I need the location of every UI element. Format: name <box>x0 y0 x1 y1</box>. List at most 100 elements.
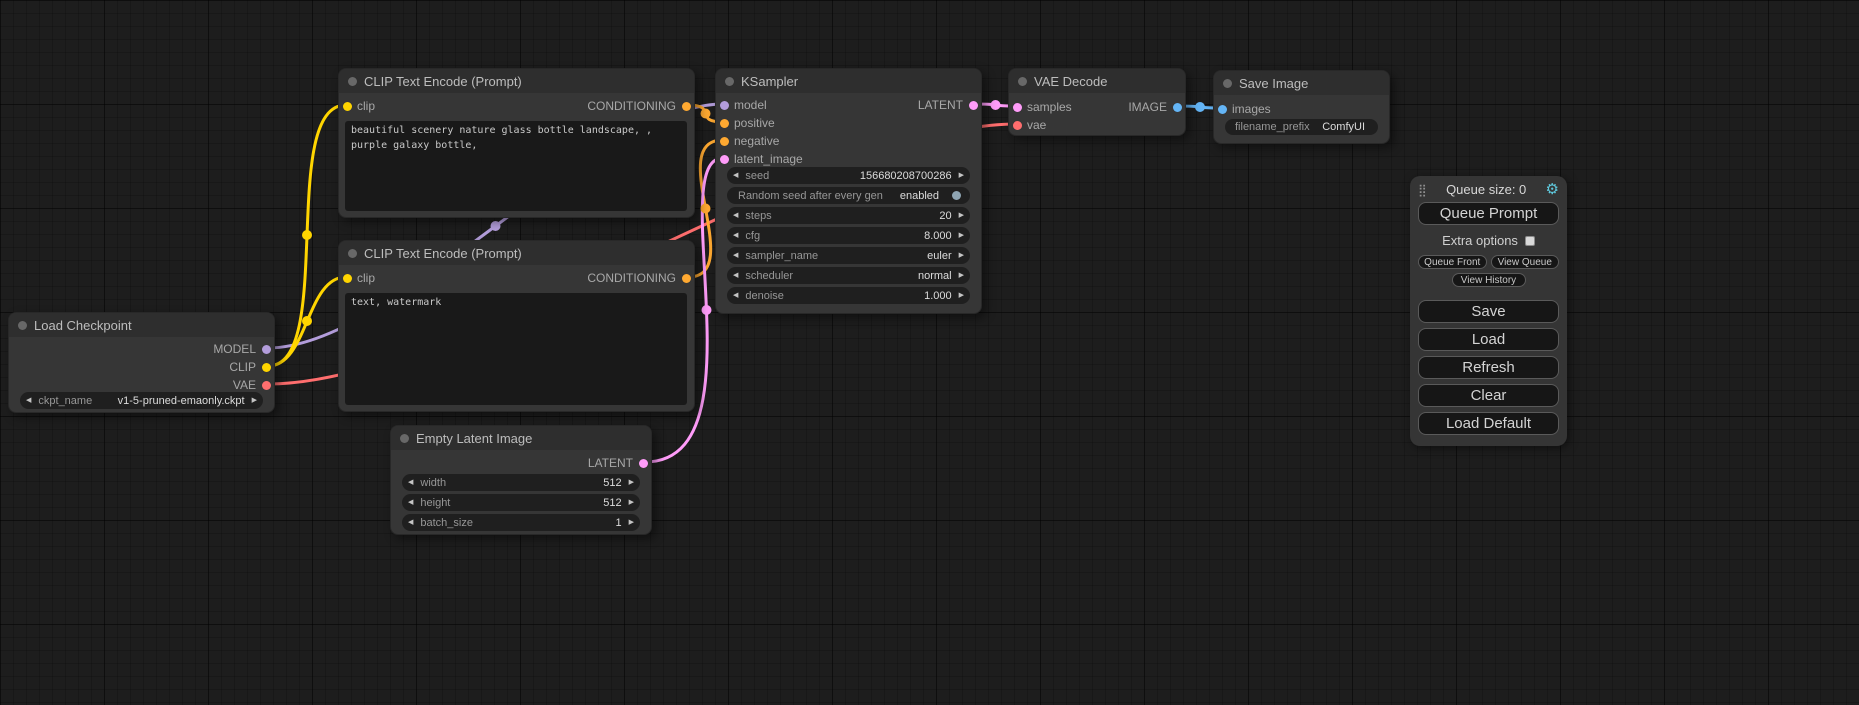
slot-dot-conditioning[interactable] <box>682 102 691 111</box>
slot-dot-images[interactable] <box>1218 105 1227 114</box>
increase-arrow-icon[interactable]: ▶ <box>959 252 964 259</box>
slot-dot-clip[interactable] <box>343 102 352 111</box>
widget-sampler-name[interactable]: ◀ sampler_name euler ▶ <box>727 247 970 264</box>
slot-dot-positive[interactable] <box>720 119 729 128</box>
slot-label: MODEL <box>213 342 256 356</box>
input-slot-vae: vae <box>1009 118 1046 132</box>
node-vae-decode[interactable]: VAE Decode samples vae IMAGE <box>1008 68 1186 136</box>
increase-arrow-icon[interactable]: ▶ <box>959 212 964 219</box>
prompt-textarea[interactable]: beautiful scenery nature glass bottle la… <box>345 121 687 211</box>
increase-arrow-icon[interactable]: ▶ <box>959 292 964 299</box>
widget-steps[interactable]: ◀ steps 20 ▶ <box>727 207 970 224</box>
widget-cfg[interactable]: ◀ cfg 8.000 ▶ <box>727 227 970 244</box>
view-queue-button[interactable]: View Queue <box>1491 255 1560 269</box>
widget-denoise[interactable]: ◀ denoise 1.000 ▶ <box>727 287 970 304</box>
wire-dot-image <box>1195 102 1205 112</box>
widget-width[interactable]: ◀ width 512 ▶ <box>402 474 640 491</box>
wire-dot-latent <box>702 305 712 315</box>
view-history-button[interactable]: View History <box>1452 273 1526 287</box>
collapse-dot-icon[interactable] <box>18 321 27 330</box>
input-slot-model: model <box>716 98 767 112</box>
toggle-knob-icon[interactable] <box>952 191 961 200</box>
slot-dot-image[interactable] <box>1173 103 1182 112</box>
collapse-dot-icon[interactable] <box>1223 79 1232 88</box>
decrease-arrow-icon[interactable]: ◀ <box>408 519 413 526</box>
widget-random-seed-toggle[interactable]: Random seed after every gen enabled <box>727 187 970 204</box>
widget-batch-size[interactable]: ◀ batch_size 1 ▶ <box>402 514 640 531</box>
decrease-arrow-icon[interactable]: ◀ <box>26 397 31 404</box>
widget-ckpt-name[interactable]: ◀ ckpt_name v1-5-pruned-emaonly.ckpt ▶ <box>20 392 263 409</box>
decrease-arrow-icon[interactable]: ◀ <box>408 479 413 486</box>
node-clip-text-encode-positive[interactable]: CLIP Text Encode (Prompt) clip CONDITION… <box>338 68 695 218</box>
slot-dot-clip[interactable] <box>262 363 271 372</box>
input-slot-images: images <box>1214 102 1271 116</box>
widget-seed[interactable]: ◀ seed 156680208700286 ▶ <box>727 167 970 184</box>
decrease-arrow-icon[interactable]: ◀ <box>733 172 738 179</box>
collapse-dot-icon[interactable] <box>1018 77 1027 86</box>
decrease-arrow-icon[interactable]: ◀ <box>733 272 738 279</box>
node-load-checkpoint[interactable]: Load Checkpoint MODEL CLIP VAE ◀ ckpt_na… <box>8 312 275 413</box>
slot-dot-clip[interactable] <box>343 274 352 283</box>
input-slot-positive: positive <box>716 116 775 130</box>
node-title-bar[interactable]: Load Checkpoint <box>9 313 274 337</box>
decrease-arrow-icon[interactable]: ◀ <box>733 232 738 239</box>
extra-options-checkbox[interactable] <box>1525 236 1535 246</box>
increase-arrow-icon[interactable]: ▶ <box>629 519 634 526</box>
node-title-bar[interactable]: Save Image <box>1214 71 1389 95</box>
node-title-bar[interactable]: Empty Latent Image <box>391 426 651 450</box>
slot-dot-conditioning[interactable] <box>682 274 691 283</box>
refresh-button[interactable]: Refresh <box>1418 356 1559 379</box>
output-slot-conditioning: CONDITIONING <box>587 271 694 285</box>
queue-actions-row: Queue Front View Queue <box>1418 255 1559 269</box>
widget-filename-prefix[interactable]: filename_prefix ComfyUI <box>1225 119 1378 135</box>
clear-button[interactable]: Clear <box>1418 384 1559 407</box>
slot-dot-vae[interactable] <box>262 381 271 390</box>
collapse-dot-icon[interactable] <box>348 77 357 86</box>
slot-label: negative <box>734 134 779 148</box>
slot-dot-negative[interactable] <box>720 137 729 146</box>
decrease-arrow-icon[interactable]: ◀ <box>408 499 413 506</box>
slot-dot-samples[interactable] <box>1013 103 1022 112</box>
decrease-arrow-icon[interactable]: ◀ <box>733 292 738 299</box>
input-slot-latent-image: latent_image <box>716 152 803 166</box>
collapse-dot-icon[interactable] <box>400 434 409 443</box>
prompt-textarea[interactable]: text, watermark <box>345 293 687 405</box>
increase-arrow-icon[interactable]: ▶ <box>959 172 964 179</box>
node-save-image[interactable]: Save Image images filename_prefix ComfyU… <box>1213 70 1390 144</box>
increase-arrow-icon[interactable]: ▶ <box>629 479 634 486</box>
node-title-bar[interactable]: CLIP Text Encode (Prompt) <box>339 69 694 93</box>
slot-dot-vae[interactable] <box>1013 121 1022 130</box>
extra-options-row: Extra options <box>1418 233 1559 248</box>
widget-height[interactable]: ◀ height 512 ▶ <box>402 494 640 511</box>
slot-dot-model[interactable] <box>262 345 271 354</box>
collapse-dot-icon[interactable] <box>725 77 734 86</box>
drag-handle-icon[interactable]: ⣿ <box>1418 183 1427 197</box>
increase-arrow-icon[interactable]: ▶ <box>629 499 634 506</box>
slot-dot-latent-image[interactable] <box>720 155 729 164</box>
queue-prompt-button[interactable]: Queue Prompt <box>1418 202 1559 225</box>
node-title-bar[interactable]: CLIP Text Encode (Prompt) <box>339 241 694 265</box>
increase-arrow-icon[interactable]: ▶ <box>252 397 257 404</box>
node-title: KSampler <box>741 74 798 89</box>
node-clip-text-encode-negative[interactable]: CLIP Text Encode (Prompt) clip CONDITION… <box>338 240 695 412</box>
increase-arrow-icon[interactable]: ▶ <box>959 232 964 239</box>
node-title-bar[interactable]: VAE Decode <box>1009 69 1185 93</box>
node-empty-latent-image[interactable]: Empty Latent Image LATENT ◀ width 512 ▶ … <box>390 425 652 535</box>
settings-gear-icon[interactable]: ⚙ <box>1546 182 1559 197</box>
slot-dot-latent[interactable] <box>969 101 978 110</box>
decrease-arrow-icon[interactable]: ◀ <box>733 252 738 259</box>
slot-dot-model[interactable] <box>720 101 729 110</box>
load-button[interactable]: Load <box>1418 328 1559 351</box>
save-button[interactable]: Save <box>1418 300 1559 323</box>
slot-dot-latent[interactable] <box>639 459 648 468</box>
increase-arrow-icon[interactable]: ▶ <box>959 272 964 279</box>
node-title-bar[interactable]: KSampler <box>716 69 981 93</box>
collapse-dot-icon[interactable] <box>348 249 357 258</box>
output-slot-image: IMAGE <box>1128 100 1185 114</box>
load-default-button[interactable]: Load Default <box>1418 412 1559 435</box>
queue-front-button[interactable]: Queue Front <box>1418 255 1487 269</box>
node-ksampler[interactable]: KSampler model positive negative latent_… <box>715 68 982 314</box>
widget-scheduler[interactable]: ◀ scheduler normal ▶ <box>727 267 970 284</box>
graph-canvas[interactable]: Load Checkpoint MODEL CLIP VAE ◀ ckpt_na… <box>0 0 1859 705</box>
decrease-arrow-icon[interactable]: ◀ <box>733 212 738 219</box>
